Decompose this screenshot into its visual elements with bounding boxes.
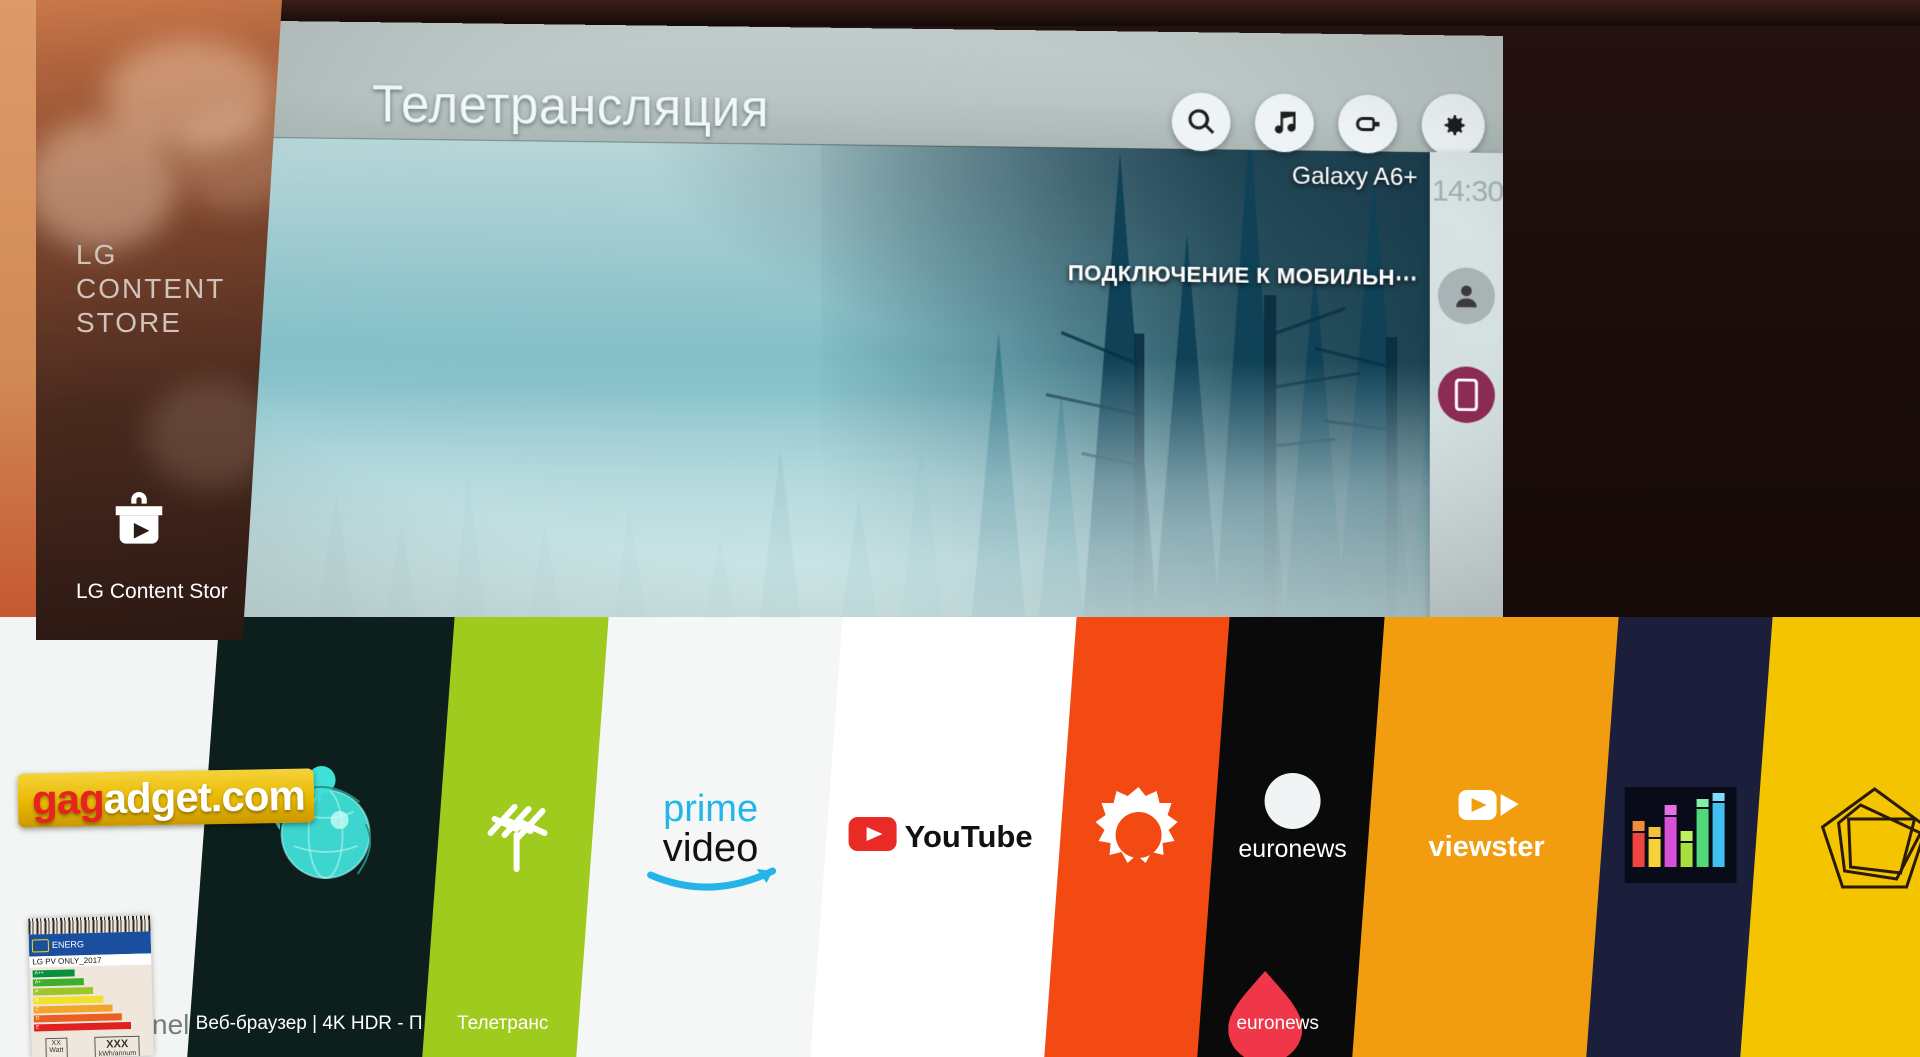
energy-class: C	[33, 1004, 113, 1014]
focused-card-title: LG CONTENT STORE	[76, 239, 226, 338]
energy-label-sticker: ENERG LG PV ONLY_2017 A++ A+ A B C D E X…	[28, 915, 154, 1057]
card-prime-video[interactable]: prime video	[575, 617, 845, 1057]
youtube-logo: YouTube	[827, 760, 1063, 910]
energy-kwh-box: XXX kWh/annum	[94, 1035, 141, 1057]
energy-class: E	[33, 1021, 132, 1032]
webos-home-screen: Телетрансляция 14:30 Galaxy A6+ ПОДКЛЮЧЕ…	[196, 20, 1504, 644]
prime-video-logo: prime video	[593, 760, 829, 910]
pentagon-icon	[1757, 760, 1920, 910]
focused-card-caption: LG Content Stor	[76, 580, 228, 603]
card-caption: euronews	[1236, 1013, 1319, 1034]
energy-watt-box: XX Watt	[44, 1037, 68, 1057]
mobile-phone-icon	[1454, 378, 1478, 411]
app-card-list: Веб-браузер | 4K HDR - П Телетранс prime…	[0, 617, 1920, 1057]
user-profile-button[interactable]	[1437, 267, 1495, 325]
watermark-red-text: gag	[31, 775, 105, 824]
inputs-button[interactable]	[1338, 94, 1398, 154]
energy-class: A+	[32, 978, 84, 987]
mobile-connection-label: ПОДКЛЮЧЕНИЕ К МОБИЛЬН⋯	[1067, 260, 1418, 291]
energy-class-bars: A++ A+ A B C D E	[29, 964, 153, 1036]
connected-device-label: Galaxy A6+	[1292, 162, 1418, 192]
eu-flag-icon	[31, 938, 50, 953]
focused-card-lg-content-store[interactable]: LG CONTENT STORE LG Content Stor	[36, 0, 282, 640]
energy-header-text: ENERG	[51, 939, 85, 951]
mobile-connection-button[interactable]	[1437, 366, 1495, 424]
energy-header: ENERG	[28, 931, 152, 957]
svg-text:YouTube: YouTube	[905, 819, 1033, 854]
music-note-icon	[1274, 111, 1296, 134]
clock: 14:30	[1431, 174, 1504, 209]
tv-photo-scene: Телетрансляция 14:30 Galaxy A6+ ПОДКЛЮЧЕ…	[0, 0, 1920, 1057]
side-panel: 14:30	[1429, 152, 1504, 644]
gear-icon	[1444, 114, 1465, 136]
music-button[interactable]	[1254, 93, 1314, 153]
energy-class: B	[33, 995, 104, 1005]
svg-text:prime: prime	[663, 788, 758, 830]
energy-footer: XX Watt XXX kWh/annum	[31, 1035, 153, 1057]
gagadget-watermark: gag adget.com	[17, 768, 315, 828]
store-bag-play-icon	[108, 492, 170, 554]
energy-class: D	[33, 1013, 123, 1023]
user-avatar-icon	[1456, 285, 1477, 308]
search-icon	[1188, 109, 1215, 134]
top-action-row	[1171, 90, 1485, 157]
card-youtube[interactable]: YouTube	[809, 617, 1079, 1057]
app-launcher-bar[interactable]: Веб-браузер | 4K HDR - П Телетранс prime…	[0, 617, 1920, 1057]
energy-class: A++	[32, 969, 75, 978]
tv-bezel-top	[190, 0, 1920, 26]
viewster-logo: viewster	[1369, 760, 1605, 910]
svg-text:euronews: euronews	[1238, 835, 1346, 863]
card-web-browser[interactable]: Веб-браузер | 4K HDR - П	[186, 617, 458, 1057]
search-button[interactable]	[1171, 92, 1231, 152]
sun-icon	[1061, 760, 1217, 910]
card-viewster[interactable]: viewster	[1351, 617, 1621, 1057]
svg-text:viewster: viewster	[1429, 831, 1545, 863]
card-caption: Телетранс	[457, 1013, 549, 1034]
page-title: Телетрансляция	[372, 75, 770, 138]
antenna-icon	[439, 760, 595, 910]
watermark-white-text: adget.com	[103, 771, 306, 823]
settings-button[interactable]	[1421, 93, 1485, 157]
equalizer-icon	[1603, 760, 1759, 910]
euronews-logo: euronews	[1215, 746, 1371, 896]
plug-icon	[1355, 116, 1380, 132]
energy-class: A	[33, 986, 94, 996]
card-caption: Веб-браузер | 4K HDR - П	[195, 1013, 423, 1034]
svg-text:video: video	[663, 826, 759, 870]
